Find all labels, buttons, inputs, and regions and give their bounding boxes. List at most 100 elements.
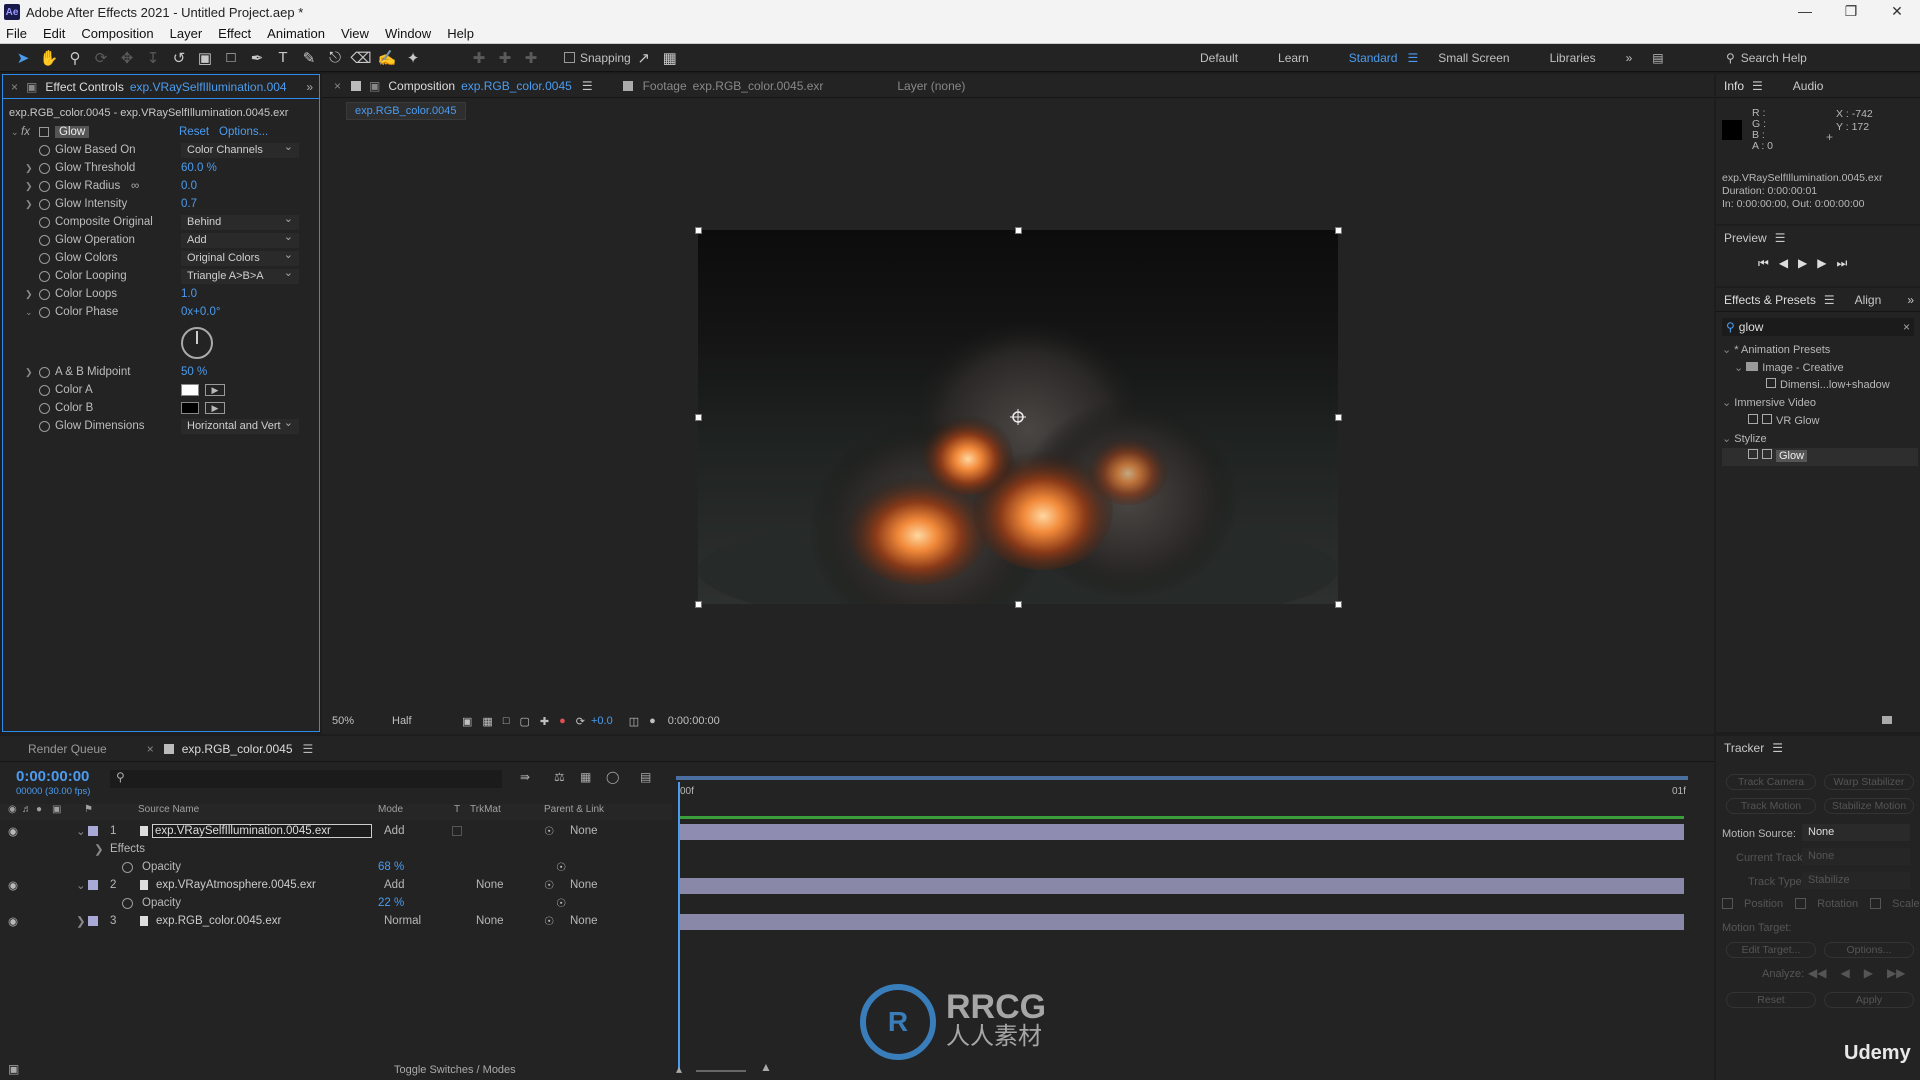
color-loops-value[interactable]: 1.0 — [181, 288, 197, 300]
tree-vr-glow[interactable]: VR Glow — [1722, 413, 1918, 431]
tree-glow[interactable]: Glow — [1722, 448, 1918, 466]
eyedropper-icon[interactable]: ▶ — [205, 384, 225, 396]
layer-label-color[interactable] — [88, 916, 98, 926]
first-frame-icon[interactable]: ⏮ — [1758, 256, 1769, 271]
panel-expand-icon[interactable]: » — [306, 80, 313, 94]
snap-features-icon[interactable]: ▦ — [657, 47, 683, 69]
stabilize-motion-button[interactable]: Stabilize Motion — [1824, 798, 1914, 814]
mode-header[interactable]: Mode — [378, 804, 403, 815]
layer-tab-label[interactable]: Layer (none) — [897, 79, 965, 93]
track-camera-button[interactable]: Track Camera — [1726, 774, 1816, 790]
stopwatch-icon[interactable] — [39, 144, 50, 156]
local-axis-icon[interactable]: ✚ — [466, 47, 492, 69]
hand-tool-icon[interactable]: ✋ — [36, 47, 62, 69]
menu-help[interactable]: Help — [447, 26, 474, 41]
workspace-default[interactable]: Default — [1200, 51, 1238, 65]
layer-label-color[interactable] — [88, 880, 98, 890]
scale-checkbox[interactable] — [1870, 898, 1882, 909]
orbit-camera-icon[interactable]: ⟳ — [88, 47, 114, 69]
effects-menu-icon[interactable]: ☰ — [1824, 293, 1835, 307]
expand-icon[interactable]: ❯ — [25, 289, 33, 300]
comp-viewer[interactable] — [698, 230, 1338, 604]
glow-threshold-value[interactable]: 60.0 % — [181, 162, 217, 174]
prev-frame-icon[interactable]: ◀ — [1779, 256, 1788, 271]
menu-edit[interactable]: Edit — [43, 26, 65, 41]
transform-handle[interactable] — [1335, 414, 1342, 421]
position-checkbox[interactable] — [1722, 898, 1733, 909]
tracker-tab[interactable]: Tracker ☰ — [1716, 736, 1920, 760]
preserve-transparency[interactable] — [452, 826, 462, 836]
expand-icon[interactable]: ❯ — [25, 199, 33, 210]
analyze-back-icon[interactable]: ◀◀ — [1808, 966, 1826, 980]
transform-handle[interactable] — [1335, 601, 1342, 608]
layer-bar-2[interactable] — [678, 878, 1684, 894]
menu-file[interactable]: File — [6, 26, 27, 41]
info-menu-icon[interactable]: ☰ — [1752, 79, 1763, 93]
playhead[interactable] — [678, 782, 680, 1072]
opacity-value-1[interactable]: 68 % — [378, 861, 404, 873]
brush-tool-icon[interactable]: ✎ — [296, 47, 322, 69]
edit-target-button[interactable]: Edit Target... — [1726, 942, 1816, 958]
render-queue-tab[interactable]: Render Queue — [28, 742, 107, 756]
transform-handle[interactable] — [695, 414, 702, 421]
mask-visibility-icon[interactable]: □ — [503, 715, 510, 727]
opacity-row-2[interactable]: Opacity 22 % ☉ — [0, 894, 672, 912]
fx-icon[interactable]: fx — [21, 126, 30, 138]
effect-controls-layer[interactable]: exp.VRaySelfIllumination.004 — [130, 80, 287, 94]
tree-animation-presets[interactable]: ⌄ * Animation Presets — [1722, 342, 1918, 360]
glow-colors-dropdown[interactable]: Original Colors — [181, 248, 299, 266]
reset-link[interactable]: Reset — [179, 126, 209, 138]
source-name-header[interactable]: Source Name — [138, 804, 199, 815]
collapse-icon[interactable]: ⌄ — [11, 127, 19, 138]
opacity-row-1[interactable]: Opacity 68 % ☉ — [0, 858, 672, 876]
composition-tab-label[interactable]: Composition — [388, 79, 455, 93]
zoom-out-icon[interactable]: ▴ — [676, 1062, 682, 1076]
color-channels-icon[interactable]: ● — [559, 715, 566, 727]
trkmat-header[interactable]: TrkMat — [470, 804, 501, 815]
collapse-icon[interactable]: ⌄ — [1734, 362, 1746, 374]
layer-bar-1[interactable] — [678, 824, 1684, 840]
preview-tab[interactable]: Preview ☰ — [1716, 226, 1920, 250]
search-help[interactable]: ⚲ Search Help — [1726, 48, 1916, 68]
stopwatch-icon[interactable] — [39, 216, 50, 228]
layer-bar-3[interactable] — [678, 914, 1684, 930]
selection-tool-icon[interactable]: ➤ — [10, 47, 36, 69]
clone-stamp-icon[interactable]: ⎋ — [322, 47, 348, 69]
draft-3d-icon[interactable]: ⚖ — [554, 770, 565, 784]
play-icon[interactable]: ▶ — [1798, 256, 1807, 271]
roto-brush-icon[interactable]: ✍ — [374, 47, 400, 69]
color-looping-dropdown[interactable]: Triangle A>B>A — [181, 266, 299, 284]
rotation-checkbox[interactable] — [1795, 898, 1807, 909]
track-type-dropdown[interactable]: Stabilize — [1802, 872, 1910, 889]
workspace-standard[interactable]: Standard — [1349, 51, 1398, 65]
collapse-icon[interactable]: ⌄ — [1722, 344, 1734, 356]
rotation-tool-icon[interactable]: ↺ — [166, 47, 192, 69]
menu-window[interactable]: Window — [385, 26, 431, 41]
transform-handle[interactable] — [695, 601, 702, 608]
clear-search-icon[interactable]: × — [1903, 320, 1910, 334]
collapse-icon[interactable]: ⌄ — [25, 307, 33, 318]
workspace-small-screen[interactable]: Small Screen — [1438, 51, 1509, 65]
align-tab[interactable]: Align — [1855, 293, 1882, 307]
ab-midpoint-value[interactable]: 50 % — [181, 366, 207, 378]
twirl-icon[interactable]: ⌄ — [76, 824, 86, 838]
layer-parent-dropdown[interactable]: None — [570, 915, 598, 927]
close-icon[interactable]: ✕ — [1874, 0, 1920, 24]
timeline-search[interactable]: ⚲ — [110, 770, 502, 788]
layer-row-2[interactable]: ◉ ⌄ 2 exp.VRayAtmosphere.0045.exr Add No… — [0, 876, 672, 894]
layer-mode-dropdown[interactable]: Normal — [384, 915, 444, 927]
puppet-pin-icon[interactable]: ✦ — [400, 47, 426, 69]
close-tab-icon[interactable]: × — [147, 742, 154, 756]
zoom-dropdown[interactable]: 50% — [326, 715, 386, 727]
analyze-back-one-icon[interactable]: ◀ — [1840, 966, 1849, 980]
glow-radius-value[interactable]: 0.0 — [181, 180, 197, 192]
color-phase-dial[interactable] — [181, 327, 213, 359]
close-tab-icon[interactable]: × — [11, 80, 18, 94]
rectangle-tool-icon[interactable]: □ — [218, 47, 244, 69]
collapse-icon[interactable]: ⌄ — [1722, 433, 1734, 445]
effects-presets-tab[interactable]: Effects & Presets — [1724, 293, 1816, 307]
workspace-menu-icon[interactable]: ☰ — [1407, 51, 1418, 65]
effect-header-glow[interactable]: ⌄ fx Glow Reset Options... — [3, 123, 319, 141]
work-area-bar[interactable] — [676, 776, 1688, 780]
layer-mode-dropdown[interactable]: Add — [384, 879, 444, 891]
